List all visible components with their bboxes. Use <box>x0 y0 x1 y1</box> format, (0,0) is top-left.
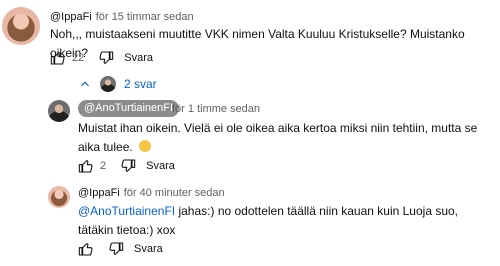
avatar[interactable] <box>48 100 70 122</box>
comment-author[interactable]: @IppaFi <box>50 11 92 23</box>
reply-button[interactable]: Svara <box>146 160 175 172</box>
comment-author[interactable]: @IppaFi <box>78 187 120 199</box>
thumbs-up-icon[interactable] <box>78 158 94 174</box>
smiling-emoji-icon <box>139 140 152 152</box>
comment-text: @AnoTurtiainenFI jahas:) no odottelen tä… <box>78 202 478 240</box>
reply-text: Muistat ihan oikein. Vielä ei ole oikea … <box>78 121 478 154</box>
replies-toggle[interactable]: 2 svar <box>78 76 157 92</box>
reply-avatar-preview <box>100 76 116 92</box>
comment-actions: Svara <box>78 241 163 257</box>
thumbs-down-icon[interactable] <box>120 158 136 174</box>
comment-actions: 22 Svara <box>50 50 153 66</box>
thumbs-down-icon[interactable] <box>98 50 114 66</box>
replies-count-label: 2 svar <box>124 77 157 91</box>
reply-button[interactable]: Svara <box>134 243 163 255</box>
avatar[interactable] <box>2 7 40 45</box>
comment-actions: 2 Svara <box>78 158 175 174</box>
thumbs-up-icon[interactable] <box>50 50 66 66</box>
like-count: 2 <box>100 160 107 172</box>
reply-button[interactable]: Svara <box>124 52 153 64</box>
comment-header: @IppaFi för 15 timmar sedan <box>50 11 194 23</box>
chevron-up-icon <box>81 81 89 87</box>
comment-time[interactable]: för 15 timmar sedan <box>96 11 194 23</box>
comment-time[interactable]: för 1 timme sedan <box>172 103 260 115</box>
avatar[interactable] <box>48 186 70 208</box>
comment-text: Muistat ihan oikein. Vielä ei ole oikea … <box>78 119 478 157</box>
comment-author-chip[interactable]: @AnoTurtiainenFI <box>78 100 180 117</box>
comment-time[interactable]: för 40 minuter sedan <box>124 187 225 199</box>
thumbs-down-icon[interactable] <box>108 241 124 257</box>
comment-header: @IppaFi för 40 minuter sedan <box>78 187 225 199</box>
thumbs-up-icon[interactable] <box>78 241 94 257</box>
like-count: 22 <box>72 52 85 64</box>
mention-link[interactable]: @AnoTurtiainenFI <box>78 204 175 218</box>
